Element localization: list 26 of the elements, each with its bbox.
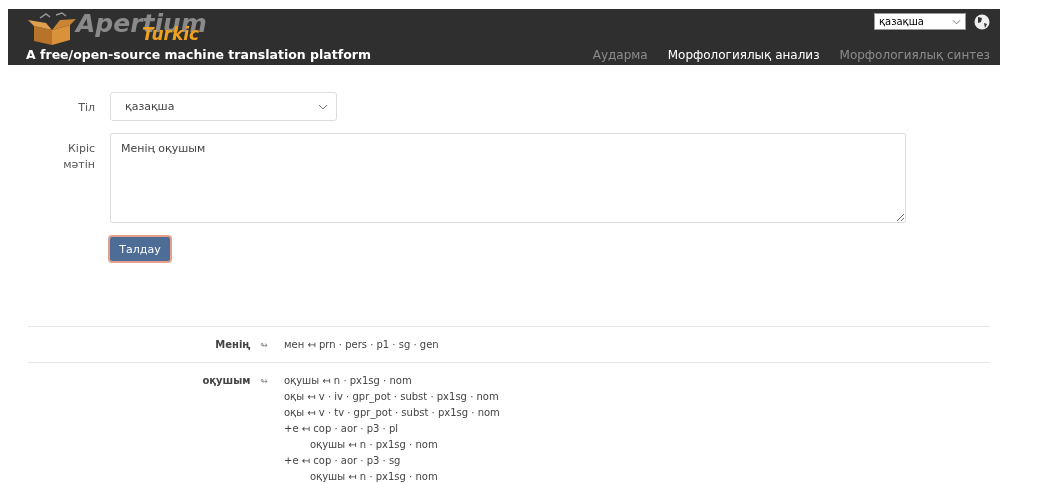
analysis-line: оқушы ↤ n · px1sg · nom	[310, 470, 438, 484]
analysis-line: оқы ↤ v · iv · gpr_pot · subst · px1sg · nom	[284, 390, 499, 405]
caret-icon	[952, 18, 961, 25]
box-icon	[26, 12, 76, 46]
language-label: Тіл	[77, 100, 95, 116]
input-label: Кіріс мәтін	[62, 141, 95, 173]
nav-link[interactable]: Аударма	[592, 48, 648, 62]
analysis-line: +е ↤ cop · aor · p3 · pl	[284, 422, 399, 436]
analysis-line: мен ↤ prn · pers · p1 · sg · gen	[284, 338, 439, 352]
caret-icon	[318, 103, 328, 110]
nav-link[interactable]: Морфологиялық анализ	[667, 48, 820, 62]
word: оқушым	[202, 374, 251, 388]
analyze-button[interactable]: Талдау	[108, 235, 172, 263]
analysis-line: оқушы ↤ n · px1sg · nom	[284, 374, 412, 388]
language-select[interactable]: қазақша	[874, 13, 966, 30]
word: Менің	[215, 338, 251, 352]
globe-icon[interactable]	[974, 13, 990, 30]
link-symbol[interactable]: ↬	[260, 373, 268, 389]
analysis-line: +е ↤ cop · aor · p3 · sg	[284, 454, 401, 468]
link-symbol[interactable]: ↬	[260, 337, 268, 353]
nav-link[interactable]: Морфологиялық синтез	[839, 48, 990, 62]
input-field[interactable]: Менің оқушым	[110, 133, 906, 223]
analysis-line: оқушы ↤ n · px1sg · nom	[310, 438, 438, 452]
language-select[interactable]: қазақша	[110, 92, 337, 121]
tagline: A free/open-source machine translation platform	[26, 47, 371, 62]
analysis-line: оқы ↤ v · tv · gpr_pot · subst · px1sg · nom	[284, 406, 500, 421]
